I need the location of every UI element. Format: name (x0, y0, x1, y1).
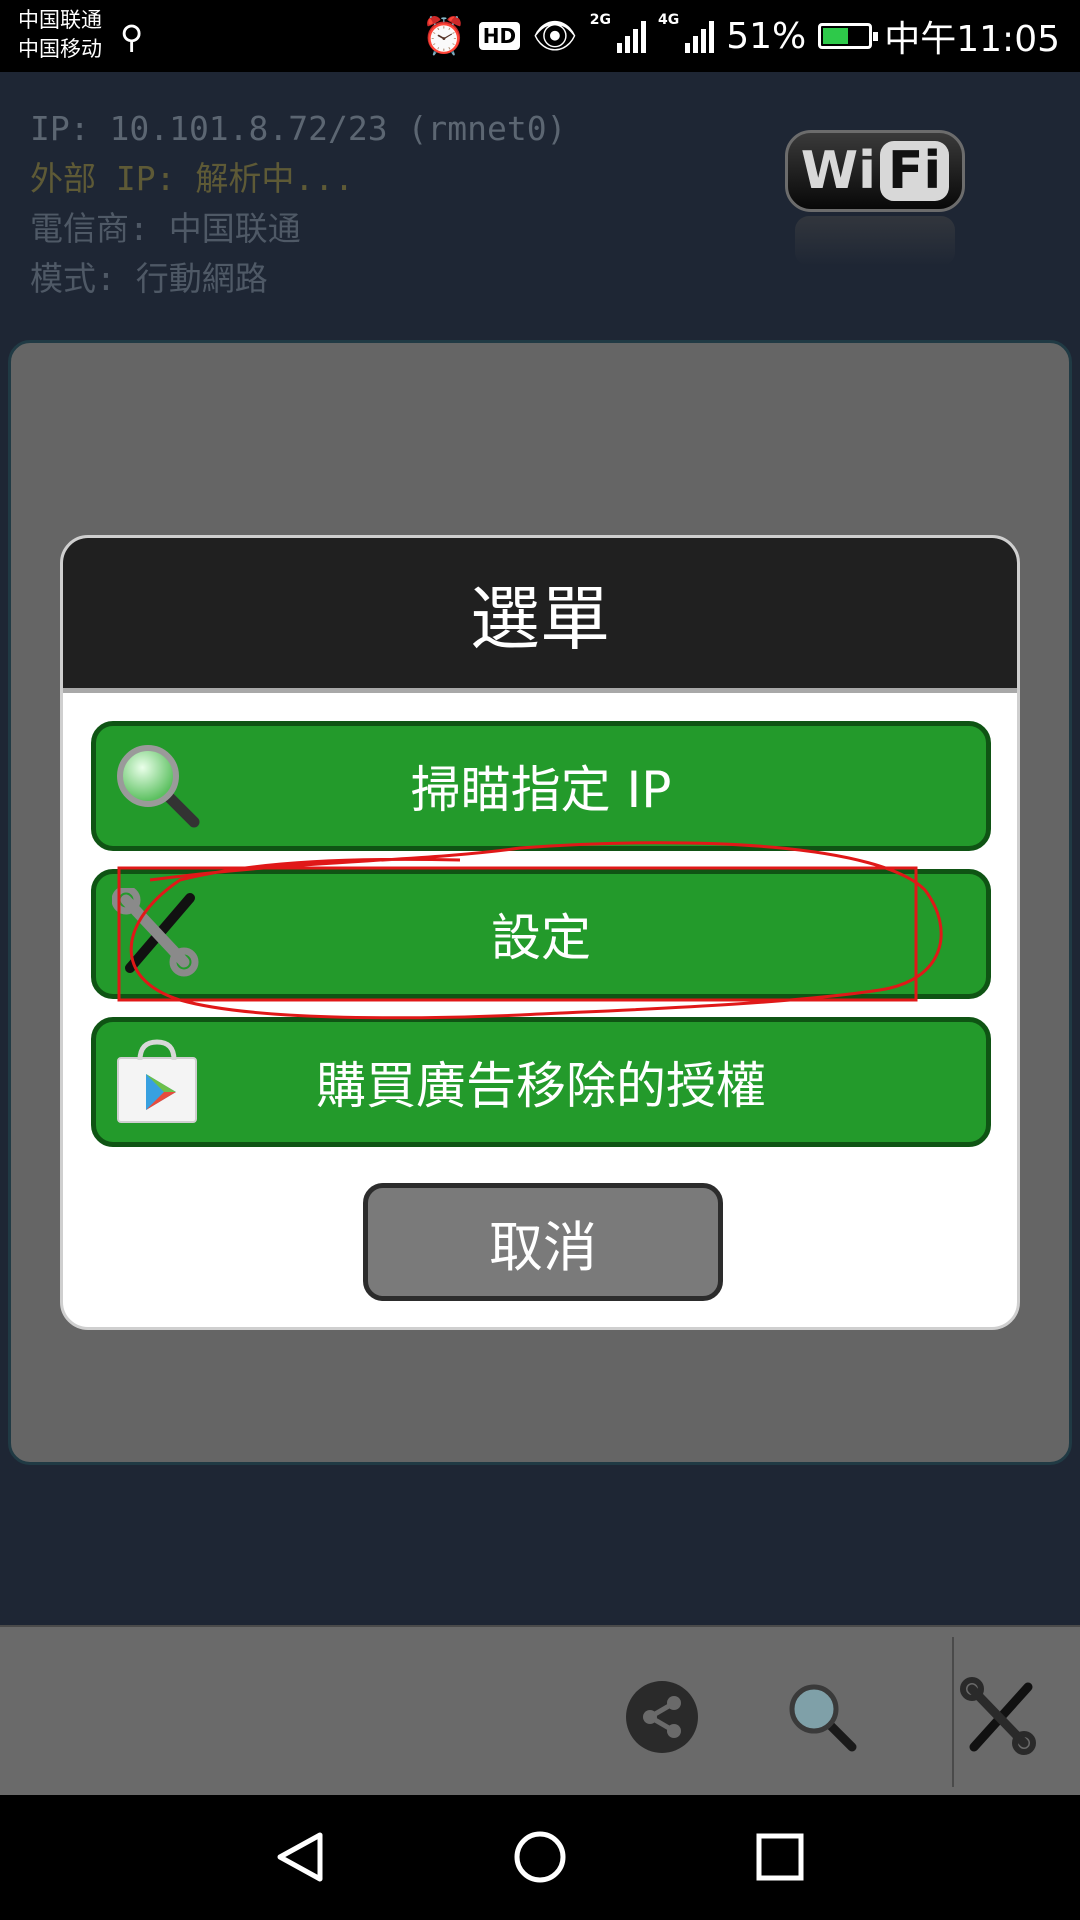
ip-address: IP: 10.101.8.72/23 (rmnet0) (30, 109, 567, 148)
recent-apps-icon[interactable] (750, 1827, 810, 1887)
usb-icon: ⚲ (120, 18, 144, 56)
search-icon[interactable] (782, 1677, 862, 1757)
carrier-labels: 中国联通 中国移动 (18, 6, 102, 64)
home-icon[interactable] (510, 1827, 570, 1887)
toolbar-divider (952, 1637, 954, 1787)
alarm-icon: ⏰ (421, 16, 467, 57)
back-icon[interactable] (270, 1827, 330, 1887)
status-icons: ⏰ HD 👁 2G 4G 51% 中午11:05 (422, 8, 1060, 64)
wifi-logo-reflection (795, 216, 955, 266)
external-ip: 外部 IP: 解析中... (30, 159, 354, 198)
magnifier-icon (117, 745, 200, 828)
cancel-button[interactable]: 取消 (363, 1183, 723, 1301)
scan-ip-label: 掃瞄指定 IP (410, 761, 672, 819)
buy-license-label: 購買廣告移除的授權 (316, 1057, 766, 1115)
eye-icon: 👁 (532, 16, 578, 57)
bottom-toolbar (0, 1625, 1080, 1795)
battery-percent: 51% (726, 15, 807, 57)
dialog-title: 選單 (63, 538, 1017, 693)
play-store-icon (117, 1039, 197, 1123)
network-4g-label: 4G (658, 12, 680, 28)
share-icon[interactable] (622, 1677, 702, 1757)
carrier-1: 中国联通 (18, 8, 102, 32)
tools-icon[interactable] (960, 1677, 1040, 1757)
battery-icon (818, 23, 879, 49)
wifi-logo: Wi Fi (785, 130, 965, 212)
signal-icon-2 (685, 19, 715, 53)
tools-icon (112, 888, 199, 977)
scan-ip-button[interactable]: 掃瞄指定 IP (91, 721, 991, 851)
hd-icon: HD (478, 22, 521, 50)
network-2g-label: 2G (589, 12, 611, 28)
signal-icon (617, 19, 646, 53)
buy-license-button[interactable]: 購買廣告移除的授權 (91, 1017, 991, 1147)
carrier-2: 中国移动 (18, 37, 102, 61)
settings-label: 設定 (491, 909, 591, 967)
mode-info: 模式: 行動網路 (30, 259, 268, 298)
carrier-info: 電信商: 中国联通 (30, 209, 301, 248)
menu-dialog: 選單 掃瞄指定 IP 設定 購買廣告移除的授權 取消 (60, 535, 1020, 1330)
settings-button[interactable]: 設定 (91, 869, 991, 999)
navigation-bar (0, 1795, 1080, 1920)
status-bar: 中国联通 中国移动 ⚲ ⏰ HD 👁 2G 4G 51% 中午11:05 (0, 0, 1080, 72)
clock: 中午11:05 (884, 19, 1060, 60)
